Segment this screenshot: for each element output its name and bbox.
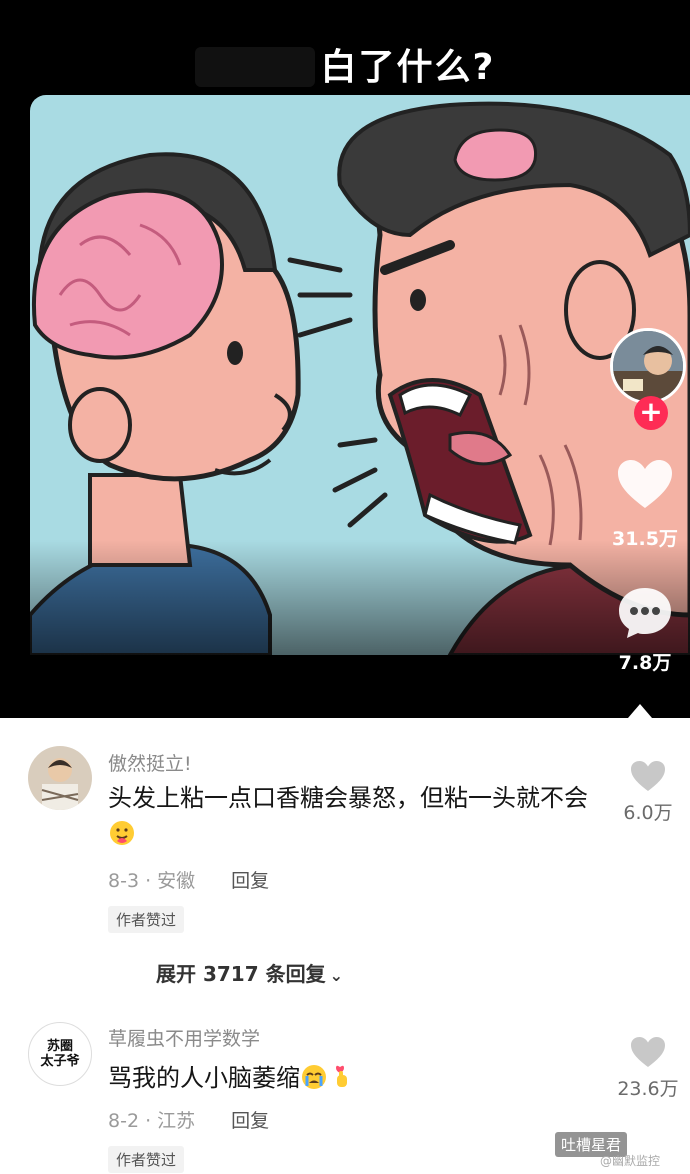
comment-text: 骂我的人小脑萎缩	[108, 1060, 598, 1096]
comment-like-count: 23.6万	[617, 1078, 679, 1100]
comment-meta: 8-2 · 江苏 回复	[108, 1106, 269, 1133]
comment-like-button[interactable]: 23.6万	[610, 1036, 686, 1101]
video-title: 白了什么?	[0, 38, 690, 90]
hug-emoji-icon	[110, 821, 134, 845]
heart-icon	[631, 761, 665, 791]
creator-avatar[interactable]	[610, 328, 686, 404]
comment-meta: 8-3 · 安徽 回复	[108, 866, 269, 893]
reply-button[interactable]: 回复	[231, 1110, 269, 1132]
blurred-title-text	[194, 47, 315, 87]
commenter-name[interactable]: 草履虫不用学数学	[108, 1024, 260, 1051]
comment-text: 头发上粘一点口香糖会暴怒，但粘一头就不会	[108, 780, 598, 852]
plus-icon: +	[639, 395, 663, 428]
author-liked-badge: 作者赞过	[108, 906, 185, 933]
commenter-avatar[interactable]: 苏圈 太子爷	[28, 1022, 92, 1086]
comment-bubble-icon	[619, 588, 671, 638]
heart-icon	[618, 460, 672, 508]
heart-icon	[631, 1037, 665, 1067]
commenter-name[interactable]: 傲然挺立!	[108, 749, 192, 776]
video-player[interactable]: 白了什么? + 31.5万 7.8万	[0, 0, 690, 718]
reply-button[interactable]: 回复	[231, 870, 269, 892]
video-comment-button[interactable]	[617, 586, 673, 640]
finger-heart-emoji-icon	[336, 1065, 347, 1087]
crying-emoji-icon	[302, 1065, 326, 1089]
comment-like-count: 6.0万	[623, 802, 673, 824]
comment-date-location: 8-3 · 安徽	[108, 870, 196, 892]
watermark-handle: @幽默监控	[600, 1154, 661, 1168]
video-like-count: 31.5万	[612, 528, 678, 550]
author-liked-badge: 作者赞过	[108, 1146, 185, 1173]
avatar-text-line1: 苏圈	[46, 1039, 73, 1054]
expand-replies-button[interactable]: 展开 3717 条回复 ⌄	[156, 958, 343, 987]
comment-date-location: 8-2 · 江苏	[108, 1110, 196, 1132]
comment-like-button[interactable]: 6.0万	[610, 760, 686, 825]
video-comment-count: 7.8万	[618, 652, 672, 674]
video-bottom-gradient	[0, 540, 690, 718]
chevron-down-icon: ⌄	[329, 966, 343, 985]
video-like-button[interactable]	[616, 458, 674, 510]
follow-button[interactable]: +	[634, 396, 668, 430]
commenter-avatar[interactable]	[28, 746, 92, 810]
avatar-text-line2: 太子爷	[40, 1054, 80, 1069]
sheet-pointer	[628, 704, 652, 718]
